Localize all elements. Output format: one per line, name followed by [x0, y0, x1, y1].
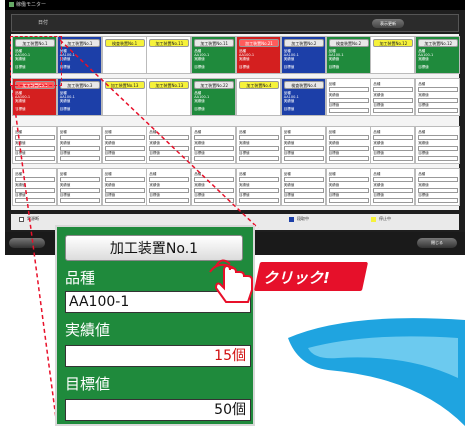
leader-line-left: [11, 85, 58, 426]
product-label: 品種: [65, 269, 96, 287]
blue-swoosh: [288, 318, 465, 426]
target-label: 目標値: [65, 375, 111, 393]
actual-label: 実績値: [65, 321, 111, 339]
pointer-hand-icon: [209, 259, 253, 303]
stage: 稼働モニター 日付 表示更新 加工装置No.1 品種 AA100-1 実績値 目標値 加工…: [0, 0, 465, 426]
leader-line-right: [59, 39, 259, 229]
actual-field: 15個: [65, 345, 251, 367]
target-field: 50個: [65, 399, 251, 421]
click-callout-text: クリック!: [263, 269, 330, 287]
